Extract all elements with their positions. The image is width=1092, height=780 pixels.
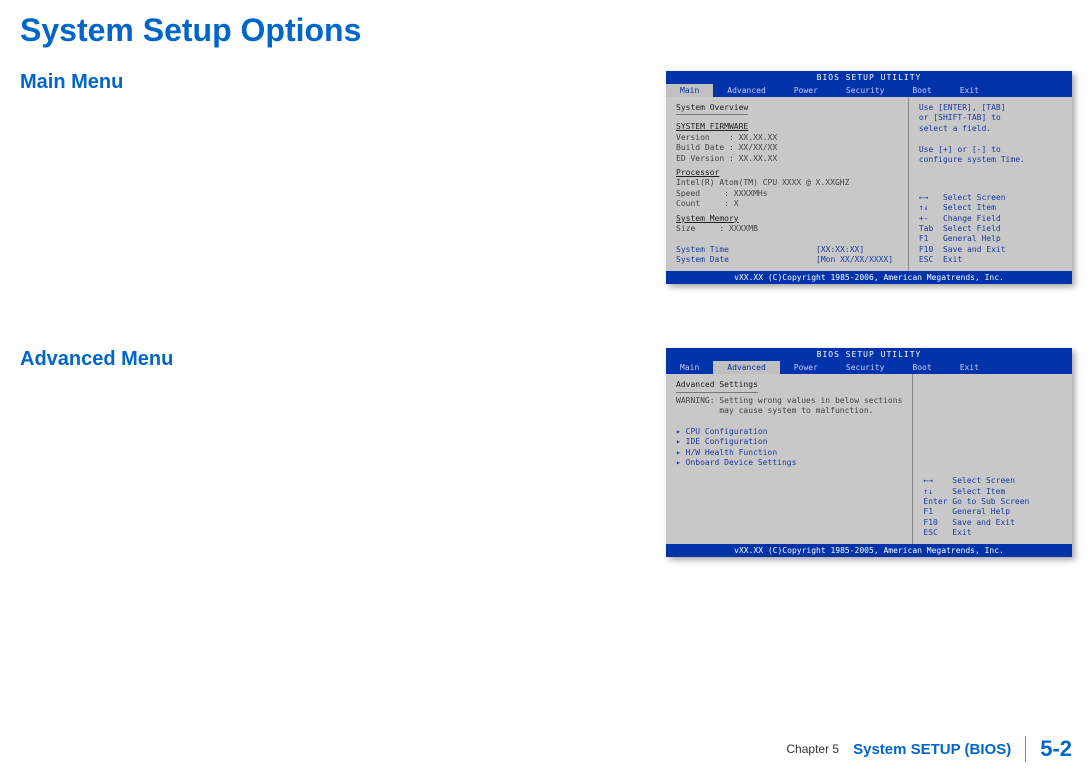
bios-tab-exit[interactable]: Exit bbox=[946, 361, 993, 374]
bios-tabs: Main Advanced Power Security Boot Exit bbox=[666, 84, 1072, 97]
main-menu-label: Main Menu bbox=[20, 71, 666, 94]
firmware-ed-version: ED Version : XX.XX.XX bbox=[676, 154, 898, 164]
bios-title: BIOS SETUP UTILITY bbox=[666, 71, 1072, 84]
warning-line-2: may cause system to malfunction. bbox=[676, 406, 902, 416]
bios-tab-boot[interactable]: Boot bbox=[898, 84, 945, 97]
help-keys: ←→ Select Screen ↑↓ Select Item +- Chang… bbox=[919, 193, 1062, 266]
system-overview-heading: System Overview bbox=[676, 103, 748, 115]
advanced-settings-heading: Advanced Settings bbox=[676, 380, 758, 392]
bios-advanced-help-pane: ←→ Select Screen ↑↓ Select Item Enter Go… bbox=[912, 374, 1072, 544]
page-number: 5-2 bbox=[1025, 736, 1072, 762]
processor-heading: Processor bbox=[676, 168, 719, 178]
bios-tab-boot[interactable]: Boot bbox=[898, 361, 945, 374]
system-time-label[interactable]: System Time bbox=[676, 245, 816, 255]
bios-footer: vXX.XX (C)Copyright 1985-2006, American … bbox=[666, 271, 1072, 284]
onboard-device-item[interactable]: ▸ Onboard Device Settings bbox=[676, 458, 902, 468]
page-footer: Chapter 5 System SETUP (BIOS) 5-2 bbox=[786, 736, 1072, 762]
bios-main-help-pane: Use [ENTER], [TAB] or [SHIFT-TAB] to sel… bbox=[908, 97, 1072, 271]
warning-line-1: WARNING: Setting wrong values in below s… bbox=[676, 396, 902, 406]
firmware-build-date: Build Date : XX/XX/XX bbox=[676, 143, 898, 153]
memory-heading: System Memory bbox=[676, 214, 739, 224]
hw-health-item[interactable]: ▸ H/W Health Function bbox=[676, 448, 902, 458]
bios-tab-main[interactable]: Main bbox=[666, 361, 713, 374]
bios-advanced-screenshot: BIOS SETUP UTILITY Main Advanced Power S… bbox=[666, 348, 1072, 557]
bios-main-left-pane: System Overview SYSTEM FIRMWARE Version … bbox=[666, 97, 908, 271]
bios-tab-power[interactable]: Power bbox=[780, 361, 832, 374]
processor-cpu: Intel(R) Atom(TM) CPU XXXX @ X.XXGHZ bbox=[676, 178, 898, 188]
bios-tabs: Main Advanced Power Security Boot Exit bbox=[666, 361, 1072, 374]
bios-tab-exit[interactable]: Exit bbox=[946, 84, 993, 97]
system-date-value[interactable]: [Mon XX/XX/XXXX] bbox=[816, 255, 893, 265]
help-keys: ←→ Select Screen ↑↓ Select Item Enter Go… bbox=[923, 476, 1062, 538]
chapter-title: System SETUP (BIOS) bbox=[853, 741, 1011, 758]
bios-tab-advanced[interactable]: Advanced bbox=[713, 361, 780, 374]
firmware-heading: SYSTEM FIRMWARE bbox=[676, 122, 748, 132]
bios-title: BIOS SETUP UTILITY bbox=[666, 348, 1072, 361]
firmware-version: Version : XX.XX.XX bbox=[676, 133, 898, 143]
page-title: System Setup Options bbox=[0, 0, 1092, 57]
help-instructions: Use [ENTER], [TAB] or [SHIFT-TAB] to sel… bbox=[919, 103, 1062, 165]
bios-tab-security[interactable]: Security bbox=[832, 84, 899, 97]
bios-tab-main[interactable]: Main bbox=[666, 84, 713, 97]
memory-size: Size : XXXXMB bbox=[676, 224, 898, 234]
cpu-configuration-item[interactable]: ▸ CPU Configuration bbox=[676, 427, 902, 437]
bios-tab-advanced[interactable]: Advanced bbox=[713, 84, 780, 97]
bios-tab-security[interactable]: Security bbox=[832, 361, 899, 374]
system-time-value[interactable]: [XX:XX:XX] bbox=[816, 245, 864, 255]
processor-count: Count : X bbox=[676, 199, 898, 209]
bios-tab-power[interactable]: Power bbox=[780, 84, 832, 97]
bios-advanced-left-pane: Advanced Settings WARNING: Setting wrong… bbox=[666, 374, 912, 544]
bios-footer: vXX.XX (C)Copyright 1985-2005, American … bbox=[666, 544, 1072, 557]
main-menu-section: Main Menu BIOS SETUP UTILITY Main Advanc… bbox=[0, 57, 1092, 294]
advanced-menu-section: Advanced Menu BIOS SETUP UTILITY Main Ad… bbox=[0, 334, 1092, 567]
ide-configuration-item[interactable]: ▸ IDE Configuration bbox=[676, 437, 902, 447]
bios-main-screenshot: BIOS SETUP UTILITY Main Advanced Power S… bbox=[666, 71, 1072, 284]
advanced-menu-label: Advanced Menu bbox=[20, 348, 666, 371]
chapter-label: Chapter 5 bbox=[786, 742, 839, 756]
processor-speed: Speed : XXXXMHs bbox=[676, 189, 898, 199]
system-date-label[interactable]: System Date bbox=[676, 255, 816, 265]
